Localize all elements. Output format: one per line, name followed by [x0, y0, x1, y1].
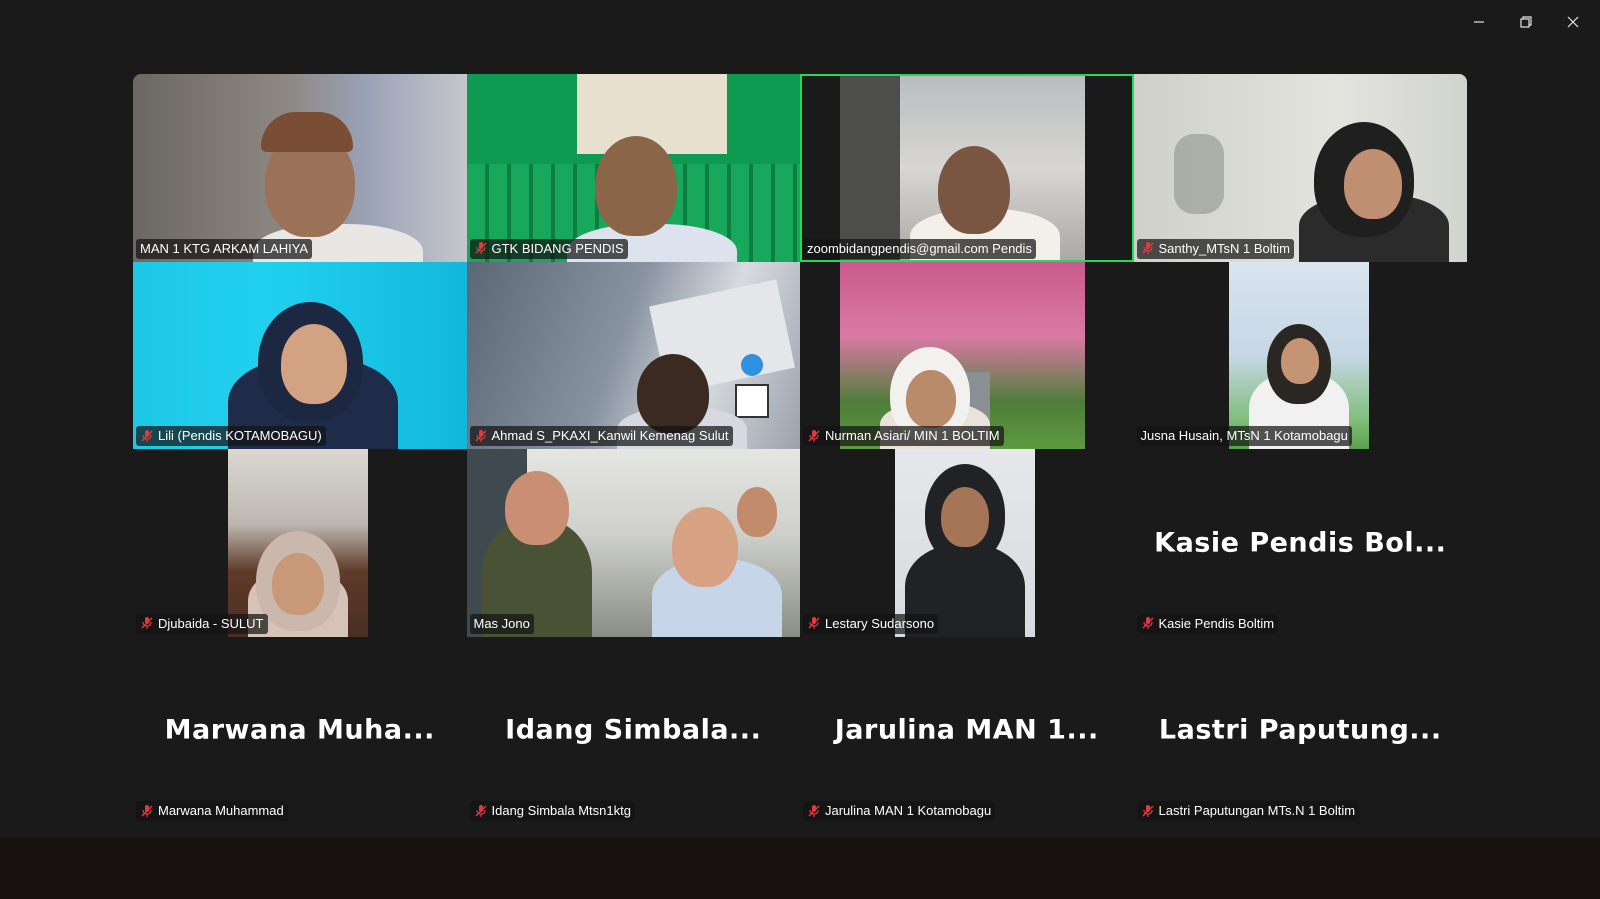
participant-tile[interactable]: Jusna Husain, MTsN 1 Kotamobagu	[1133, 261, 1467, 449]
participant-tile[interactable]: Jarulina MAN 1... Jarulina MAN 1 Kotamob…	[800, 636, 1134, 824]
participant-tile[interactable]: Idang Simbala... Idang Simbala Mtsn1ktg	[466, 636, 800, 824]
participant-name: Nurman Asiari/ MIN 1 BOLTIM	[825, 428, 1000, 443]
meeting-toolbar-area	[0, 838, 1600, 899]
participant-nametag: Idang Simbala Mtsn1ktg	[469, 801, 635, 821]
participant-name: Jusna Husain, MTsN 1 Kotamobagu	[1140, 428, 1348, 443]
participant-tile[interactable]: Lestary Sudarsono	[800, 449, 1134, 637]
participant-video	[895, 449, 1035, 637]
participant-nametag: MAN 1 KTG ARKAM LAHIYA	[136, 238, 313, 259]
close-icon	[1567, 16, 1579, 28]
participant-display-name: Marwana Muha...	[164, 714, 435, 746]
mic-muted-icon	[474, 804, 488, 818]
participant-tile[interactable]: Marwana Muha... Marwana Muhammad	[133, 636, 467, 824]
participant-name: Santhy_MTsN 1 Boltim	[1158, 240, 1291, 256]
participant-name: Ahmad S_PKAXI_Kanwil Kemenag Sulut	[491, 428, 729, 443]
participant-nametag: Ahmad S_PKAXI_Kanwil Kemenag Sulut	[469, 426, 733, 446]
participant-tile[interactable]: GTK BIDANG PENDIS	[466, 74, 800, 262]
participant-video	[133, 261, 467, 449]
participant-nametag: GTK BIDANG PENDIS	[469, 238, 628, 259]
participant-video	[840, 261, 1085, 449]
participant-name: Jarulina MAN 1 Kotamobagu	[825, 803, 992, 818]
mic-muted-icon	[140, 804, 154, 818]
participant-name: Lastri Paputungan MTs.N 1 Boltim	[1158, 803, 1356, 818]
mic-muted-icon	[474, 241, 488, 255]
participant-name: Djubaida - SULUT	[158, 615, 264, 631]
participant-display-name: Lastri Paputung...	[1158, 714, 1442, 746]
minimize-button[interactable]	[1456, 6, 1502, 38]
participant-name: Kasie Pendis Boltim	[1158, 615, 1275, 631]
participant-name: zoombidangpendis@gmail.com Pendis	[807, 240, 1032, 256]
participant-tile-active-speaker[interactable]: zoombidangpendis@gmail.com Pendis	[800, 74, 1134, 262]
participant-name: Idang Simbala Mtsn1ktg	[491, 803, 631, 818]
participant-nametag: Santhy_MTsN 1 Boltim	[1136, 238, 1294, 259]
mic-muted-icon	[1141, 804, 1155, 818]
participant-tile[interactable]: Kasie Pendis Bol... Kasie Pendis Boltim	[1133, 449, 1467, 637]
mic-muted-icon	[807, 804, 821, 818]
mic-muted-icon	[807, 616, 821, 630]
participant-video	[228, 449, 368, 637]
participant-nametag: Kasie Pendis Boltim	[1136, 613, 1279, 634]
participant-tile[interactable]: Lili (Pendis KOTAMOBAGU)	[133, 261, 467, 449]
mic-muted-icon	[1141, 241, 1155, 255]
participant-video	[840, 74, 1085, 262]
participant-tile[interactable]: Djubaida - SULUT	[133, 449, 467, 637]
video-gallery: MAN 1 KTG ARKAM LAHIYA GTK BIDANG PENDIS…	[133, 74, 1467, 824]
participant-display-name: Jarulina MAN 1...	[834, 714, 1099, 746]
participant-nametag: Mas Jono	[469, 613, 534, 634]
participant-display-name: Idang Simbala...	[505, 714, 762, 746]
participant-name: Lestary Sudarsono	[825, 615, 935, 631]
participant-nametag: zoombidangpendis@gmail.com Pendis	[803, 238, 1036, 259]
participant-nametag: Lestary Sudarsono	[803, 613, 939, 634]
participant-name: Mas Jono	[473, 615, 530, 631]
participant-video	[466, 261, 800, 449]
participant-tile[interactable]: Ahmad S_PKAXI_Kanwil Kemenag Sulut	[466, 261, 800, 449]
mic-muted-icon	[474, 429, 488, 443]
participant-video	[1133, 74, 1467, 262]
restore-button[interactable]	[1503, 6, 1549, 38]
participant-nametag: Lastri Paputungan MTs.N 1 Boltim	[1136, 801, 1360, 821]
participant-tile[interactable]: Santhy_MTsN 1 Boltim	[1133, 74, 1467, 262]
participant-nametag: Nurman Asiari/ MIN 1 BOLTIM	[803, 426, 1004, 446]
participant-nametag: Lili (Pendis KOTAMOBAGU)	[136, 426, 326, 446]
participant-nametag: Jarulina MAN 1 Kotamobagu	[803, 801, 996, 821]
close-button[interactable]	[1550, 6, 1596, 38]
participant-display-name: Kasie Pendis Bol...	[1154, 527, 1447, 559]
participant-nametag: Jusna Husain, MTsN 1 Kotamobagu	[1136, 426, 1352, 446]
participant-name: MAN 1 KTG ARKAM LAHIYA	[140, 240, 309, 256]
participant-name: Marwana Muhammad	[158, 803, 284, 818]
mic-muted-icon	[807, 429, 821, 443]
participant-tile[interactable]: Lastri Paputung... Lastri Paputungan MTs…	[1133, 636, 1467, 824]
mic-muted-icon	[140, 616, 154, 630]
mic-muted-icon	[140, 429, 154, 443]
participant-video	[133, 74, 467, 262]
participant-name: Lili (Pendis KOTAMOBAGU)	[158, 428, 322, 443]
restore-icon	[1520, 16, 1532, 28]
window-titlebar	[0, 0, 1600, 56]
mic-muted-icon	[1141, 616, 1155, 630]
participant-tile[interactable]: Nurman Asiari/ MIN 1 BOLTIM	[800, 261, 1134, 449]
participant-name: GTK BIDANG PENDIS	[491, 240, 624, 256]
participant-nametag: Djubaida - SULUT	[136, 613, 268, 634]
participant-tile[interactable]: MAN 1 KTG ARKAM LAHIYA	[133, 74, 467, 262]
participant-video	[466, 74, 800, 262]
minimize-icon	[1474, 21, 1484, 23]
participant-tile[interactable]: Mas Jono	[466, 449, 800, 637]
participant-nametag: Marwana Muhammad	[136, 801, 288, 821]
participant-video	[466, 449, 800, 637]
participant-video	[1228, 261, 1369, 449]
